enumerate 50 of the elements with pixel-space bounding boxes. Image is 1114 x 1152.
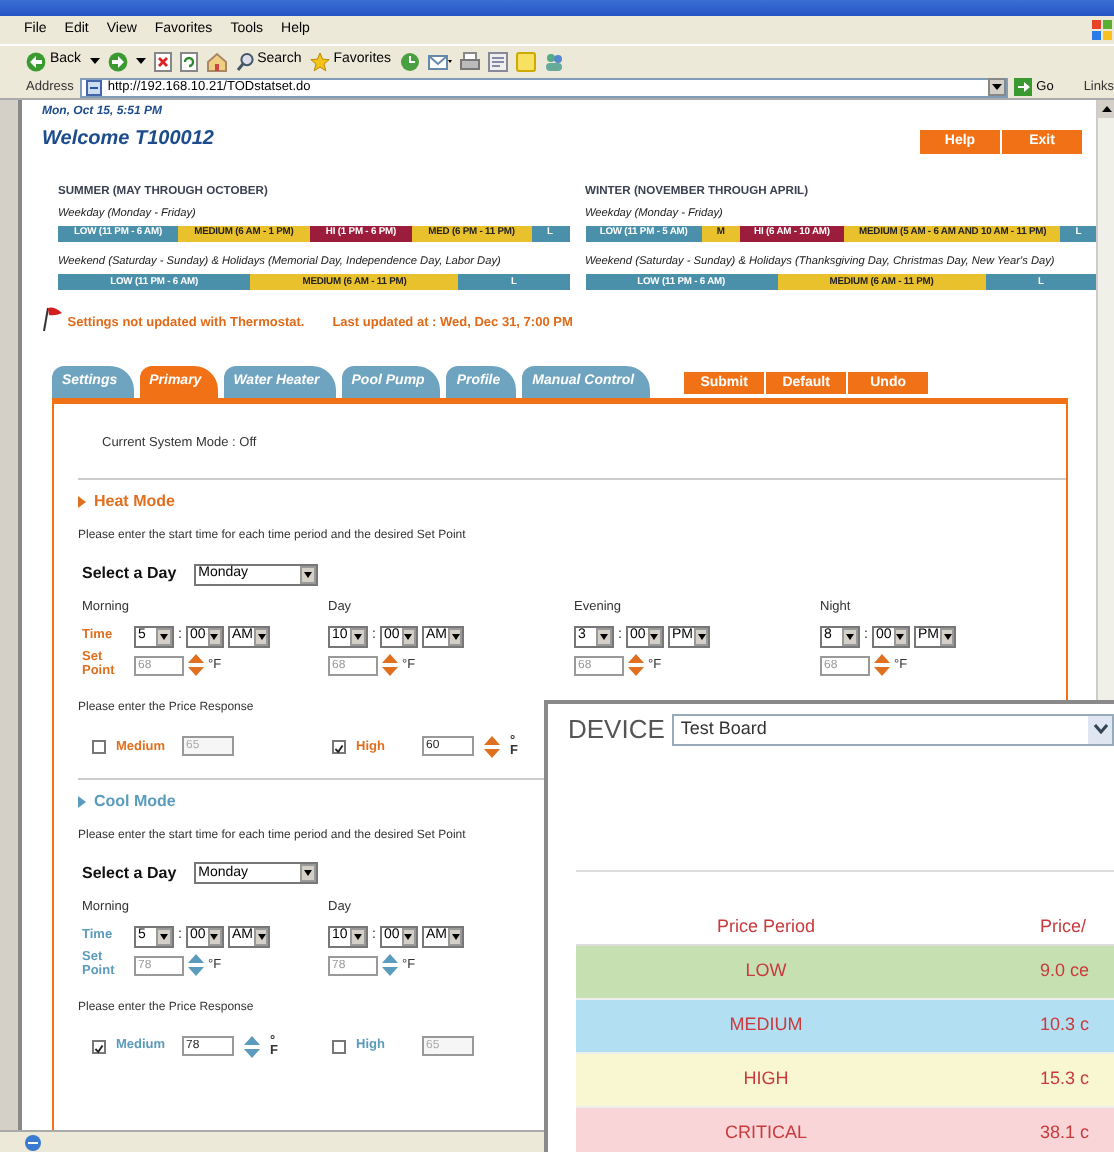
table-cell-text: 10.3 c [1038, 1011, 1090, 1038]
welcome-title: Welcome T100012 [42, 126, 214, 154]
checkbox[interactable] [332, 1039, 346, 1054]
expand-arrow-icon[interactable] [78, 496, 86, 509]
history-icon[interactable] [399, 51, 420, 71]
print-icon[interactable] [459, 51, 480, 71]
column-header: Price Period [714, 914, 818, 941]
day-label: Select a Day [82, 861, 177, 886]
spinner-icon[interactable] [244, 1035, 260, 1058]
checkbox[interactable] [92, 1039, 106, 1054]
refresh-icon[interactable] [179, 51, 198, 71]
table-cell-text: 38.1 c [1038, 1119, 1090, 1146]
flag-icon [42, 306, 64, 333]
section-title: Cool Mode [94, 789, 176, 814]
star-icon [309, 51, 330, 71]
table-cell-text: HIGH [741, 1065, 791, 1092]
day-label: Select a Day [82, 562, 177, 587]
home-icon[interactable] [205, 51, 228, 71]
device-dropdown[interactable]: Test Board [672, 713, 1114, 746]
table-cell-text: 9.0 ce [1038, 957, 1090, 984]
checkbox[interactable] [332, 739, 346, 754]
spinner-icon[interactable] [628, 654, 644, 677]
table-cell-text: CRITICAL [722, 1119, 809, 1146]
spinner-icon[interactable] [188, 654, 204, 677]
spinner-icon[interactable] [874, 654, 890, 677]
edit-icon[interactable] [487, 51, 508, 71]
section-title: Heat Mode [94, 490, 175, 515]
caret-icon[interactable] [135, 57, 146, 65]
mail-icon[interactable] [427, 51, 452, 71]
windows-logo-icon [1090, 18, 1114, 42]
caret-icon[interactable] [89, 57, 100, 65]
spinner-icon[interactable] [484, 735, 500, 758]
table-cell-text: 15.3 c [1038, 1065, 1090, 1092]
note-icon[interactable] [515, 51, 536, 71]
forward-arrow-icon[interactable] [107, 51, 128, 71]
dropdown-arrow-icon [992, 84, 1003, 90]
device-label: DEVICE [568, 712, 665, 748]
column-header: Price/ [1038, 914, 1087, 941]
scroll-up-icon [1102, 106, 1112, 112]
stop-icon[interactable] [153, 51, 172, 71]
table-cell-text: MEDIUM [727, 1011, 805, 1038]
checkbox[interactable] [92, 739, 106, 754]
back-arrow-icon [26, 51, 46, 71]
expand-arrow-icon[interactable] [78, 795, 86, 808]
people-icon[interactable] [543, 51, 564, 71]
search-icon [235, 51, 254, 71]
spinner-icon[interactable] [188, 954, 204, 977]
spinner-icon[interactable] [382, 654, 398, 677]
table-cell-text: LOW [743, 957, 789, 984]
spinner-icon[interactable] [382, 954, 398, 977]
